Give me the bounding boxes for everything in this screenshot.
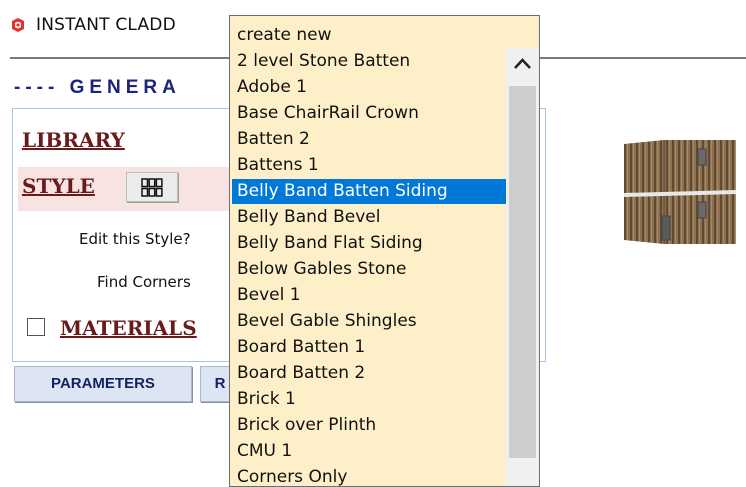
dropdown-option-selected[interactable]: Belly Band Batten Siding xyxy=(232,179,507,204)
dropdown-scrollbar[interactable] xyxy=(506,48,539,486)
dropdown-option[interactable]: Bevel 1 xyxy=(232,283,507,308)
grid-icon xyxy=(141,178,163,197)
cladding-preview-image xyxy=(624,140,736,244)
chevron-up-icon xyxy=(514,58,531,69)
find-corners-label: Find Corners xyxy=(97,273,191,291)
dropdown-option[interactable]: Base ChairRail Crown xyxy=(232,101,507,126)
header-divider-right xyxy=(540,57,746,59)
app-title: INSTANT CLADD xyxy=(36,15,176,35)
dropdown-option[interactable]: Battens 1 xyxy=(232,153,507,178)
dropdown-option[interactable]: Brick over Plinth xyxy=(232,413,507,438)
dropdown-option[interactable]: Below Gables Stone xyxy=(232,257,507,282)
library-link[interactable]: LIBRARY xyxy=(22,128,125,152)
dropdown-option[interactable]: Corners Only xyxy=(232,465,507,486)
parameters-button[interactable]: PARAMETERS xyxy=(14,366,192,402)
dropdown-option[interactable]: create new xyxy=(232,23,507,48)
scroll-up-button[interactable] xyxy=(506,48,539,80)
style-grid-button[interactable] xyxy=(126,172,178,202)
materials-link[interactable]: MATERIALS xyxy=(60,316,197,340)
dropdown-option[interactable]: Brick 1 xyxy=(232,387,507,412)
materials-checkbox[interactable] xyxy=(27,318,45,336)
dropdown-option[interactable]: Board Batten 1 xyxy=(232,335,507,360)
dropdown-option[interactable]: Adobe 1 xyxy=(232,75,507,100)
dropdown-option[interactable]: Belly Band Bevel xyxy=(232,205,507,230)
dropdown-option[interactable]: 2 level Stone Batten xyxy=(232,49,507,74)
style-dropdown-list[interactable]: create new 2 level Stone Batten Adobe 1 … xyxy=(229,15,540,487)
dropdown-option[interactable]: Batten 2 xyxy=(232,127,507,152)
dropdown-option[interactable]: Board Batten 2 xyxy=(232,361,507,386)
scroll-thumb[interactable] xyxy=(509,86,536,458)
app-logo-icon xyxy=(12,18,24,32)
dropdown-option[interactable]: Bevel Gable Shingles xyxy=(232,309,507,334)
general-section-header: ---- GENERA xyxy=(14,77,181,98)
dropdown-option[interactable]: CMU 1 xyxy=(232,439,507,464)
style-link[interactable]: STYLE xyxy=(22,174,95,198)
dropdown-option[interactable]: Belly Band Flat Siding xyxy=(232,231,507,256)
header-divider-left xyxy=(10,57,230,59)
edit-style-label: Edit this Style? xyxy=(79,230,191,248)
